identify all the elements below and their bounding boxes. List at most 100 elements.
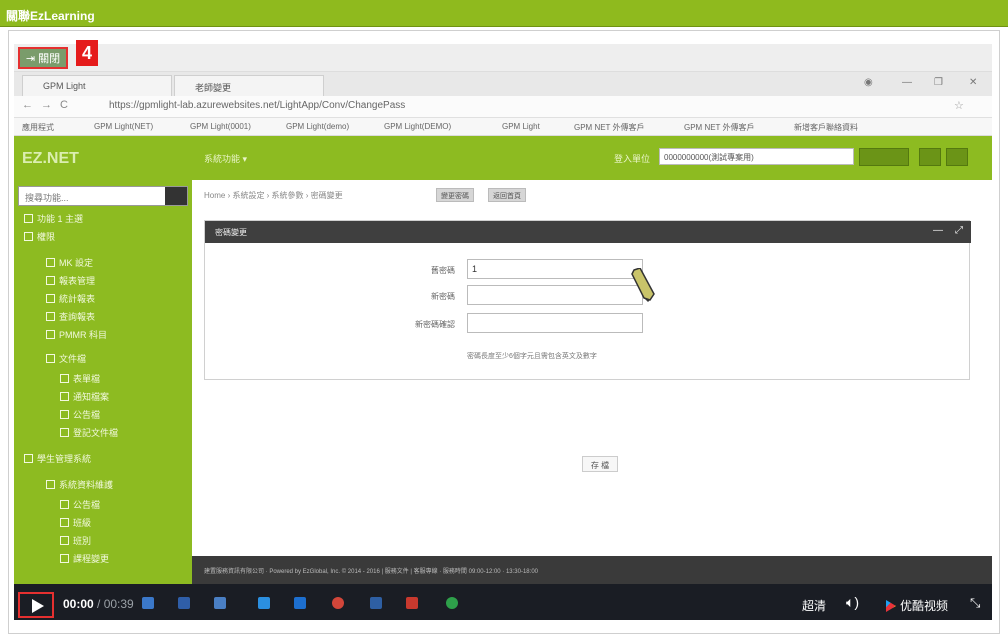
confirm-password-input[interactable] [467, 313, 643, 333]
bookmark-item[interactable]: GPM Light(0001) [190, 122, 251, 131]
sidebar-item[interactable]: 公告檔 [60, 498, 100, 511]
edit-icon [46, 294, 55, 303]
change-password-tag[interactable]: 變更密碼 [436, 188, 474, 202]
star-icon[interactable]: ☆ [954, 99, 964, 112]
nav-arrows-icon[interactable]: ←→C [22, 99, 76, 111]
close-window-icon[interactable]: ✕ [969, 77, 977, 88]
brand-label: 优酷视频 [900, 599, 949, 613]
breadcrumb: Home › 系統設定 › 系統參數 › 密碼變更 [204, 191, 343, 200]
sidebar-item[interactable]: MK 設定 [46, 256, 93, 269]
old-password-label: 舊密碼 [431, 266, 455, 275]
sidebar-item-label: 功能 1 主選 [37, 214, 84, 224]
window-title: 關聯EzLearning [6, 9, 95, 23]
save-button[interactable]: 存 檔 [582, 456, 618, 472]
sidebar-item[interactable]: 公告檔 [60, 408, 100, 421]
play-button[interactable] [18, 592, 54, 618]
youku-brand: 优酷视频 [886, 597, 948, 614]
toolbar [14, 44, 992, 72]
sidebar-item-label: 學生管理系統 [37, 454, 92, 464]
browser-tab[interactable]: 老師變更 [174, 75, 324, 96]
bookmark-item[interactable]: GPM NET 外傳客戶 [574, 122, 645, 133]
edit-icon [60, 410, 69, 419]
video-frame[interactable]: GPM Light 老師變更 ◉ — ❐ ✕ ←→C https://gpmli… [14, 72, 992, 620]
sidebar-item[interactable]: 班級 [60, 516, 91, 529]
step-badge: 4 [76, 40, 98, 66]
sidebar-item[interactable]: 文件檔 [46, 352, 86, 365]
sidebar-search-input[interactable]: 搜尋功能... [18, 186, 188, 206]
bookmark-item[interactable]: GPM NET 外傳客戶 [684, 122, 755, 133]
header-menu-button[interactable] [946, 148, 968, 166]
restore-icon[interactable]: ❐ [934, 77, 943, 88]
sidebar-item[interactable]: 系統資料維護 [46, 478, 113, 491]
sidebar-item-label: 課程變更 [73, 554, 110, 564]
fullscreen-icon[interactable]: ⤡ [970, 595, 980, 611]
total-time: / 00:39 [93, 597, 134, 611]
new-password-label: 新密碼 [431, 292, 455, 301]
browser-tab-strip: GPM Light 老師變更 ◉ — ❐ ✕ [14, 72, 992, 96]
bookmark-item[interactable]: GPM Light(DEMO) [384, 122, 451, 131]
bookmark-item[interactable]: 新增客戶聯絡資料 [794, 122, 858, 133]
folder-icon [46, 354, 55, 363]
login-select[interactable]: 0000000000(測試專案用) [659, 148, 854, 165]
sidebar-item-label: MK 設定 [59, 258, 94, 268]
edit-icon [60, 518, 69, 527]
sidebar-item[interactable]: 課程變更 [60, 552, 109, 565]
profile-icon[interactable]: ◉ [864, 77, 873, 88]
sidebar-item[interactable]: 表單檔 [60, 372, 100, 385]
sidebar-item-label: 文件檔 [59, 354, 87, 364]
close-button[interactable]: ⇥ 關閉 [18, 47, 68, 69]
speaker-icon[interactable]: 🔈︎) [846, 594, 859, 611]
header-action-button[interactable] [859, 148, 909, 166]
sidebar-item-label: 統計報表 [59, 294, 96, 304]
new-password-input[interactable] [467, 285, 643, 305]
url-text[interactable]: https://gpmlight-lab.azurewebsites.net/L… [109, 100, 405, 111]
sidebar-item[interactable]: 報表管理 [46, 274, 95, 287]
edit-icon [46, 330, 55, 339]
app-content: Home › 系統設定 › 系統參數 › 密碼變更 變更密碼 返回首頁 密碼變更… [192, 180, 992, 560]
sidebar-item[interactable]: 統計報表 [46, 292, 95, 305]
sidebar-item-label: 查詢報表 [59, 312, 96, 322]
sidebar-item[interactable]: PMMR 科目 [46, 328, 107, 341]
bookmark-item[interactable]: GPM Light [502, 122, 540, 131]
app-sidebar: 搜尋功能... 功能 1 主選 權限 MK 設定 報表管理 統計報表 查詢報表 … [14, 180, 192, 620]
footer-text: 建置服務資訊有限公司 · Powered by EzGlobal, Inc. ©… [204, 569, 538, 575]
sidebar-item[interactable]: 登記文件檔 [60, 426, 118, 439]
app-menu[interactable]: 系統功能 ▾ [204, 152, 247, 165]
edit-icon [46, 312, 55, 321]
window-titlebar: 關聯EzLearning [0, 0, 1008, 27]
bookmark-item[interactable]: GPM Light(demo) [286, 122, 349, 131]
exit-icon: ⇥ [25, 52, 36, 65]
player-controls: 00:00 / 00:39 超清 🔈︎) 优酷视频 ⤡ [14, 588, 992, 620]
edit-icon [60, 500, 69, 509]
sidebar-item[interactable]: 班別 [60, 534, 91, 547]
minimize-icon[interactable]: — [902, 77, 912, 88]
edit-icon [46, 276, 55, 285]
edit-icon [60, 428, 69, 437]
expand-panel-icon[interactable]: ⤢ [955, 225, 963, 236]
sidebar-item[interactable]: 權限 [24, 230, 55, 243]
home-icon [24, 214, 33, 223]
edit-icon [24, 232, 33, 241]
panel-header: 密碼變更 — ⤢ [205, 221, 971, 243]
current-time: 00:00 [63, 597, 94, 611]
old-password-input[interactable]: 1 [467, 259, 643, 279]
sidebar-item-label: PMMR 科目 [59, 330, 107, 340]
play-icon [32, 599, 44, 613]
bookmark-item[interactable]: 應用程式 [22, 122, 54, 133]
header-icon-button[interactable] [919, 148, 941, 166]
search-icon[interactable] [165, 187, 187, 205]
bookmark-item[interactable]: GPM Light(NET) [94, 122, 153, 131]
sidebar-item-label: 班級 [73, 518, 92, 528]
login-label: 登入單位 [614, 154, 651, 164]
sidebar-item[interactable]: 功能 1 主選 [24, 212, 83, 225]
sidebar-item-label: 公告檔 [73, 410, 101, 420]
sidebar-item[interactable]: 學生管理系統 [24, 452, 91, 465]
address-bar: ←→C https://gpmlight-lab.azurewebsites.n… [14, 96, 992, 118]
sidebar-item-label: 通知檔案 [73, 392, 110, 402]
browser-tab[interactable]: GPM Light [22, 75, 172, 96]
quality-button[interactable]: 超清 [802, 597, 826, 614]
sidebar-item[interactable]: 通知檔案 [60, 390, 109, 403]
minimize-panel-icon[interactable]: — [933, 225, 943, 236]
back-home-tag[interactable]: 返回首頁 [488, 188, 526, 202]
sidebar-item[interactable]: 查詢報表 [46, 310, 95, 323]
